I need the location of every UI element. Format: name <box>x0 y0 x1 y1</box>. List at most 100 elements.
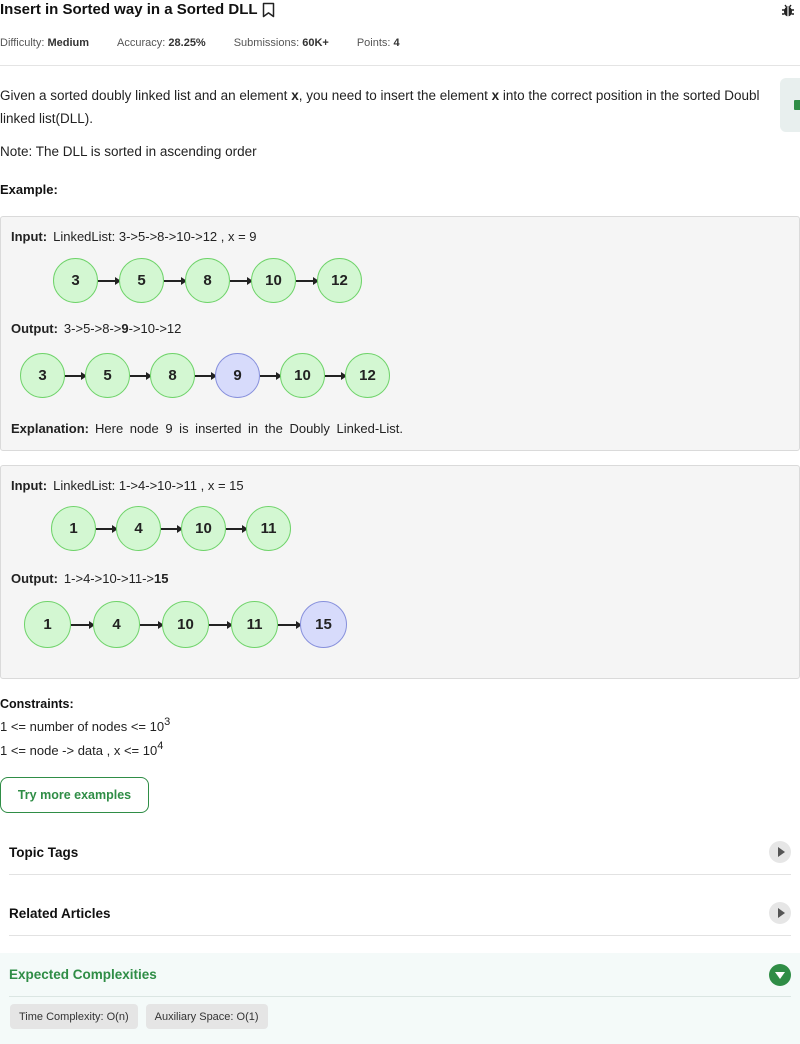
list-node: 5 <box>119 258 164 303</box>
list-node: 9 <box>215 353 260 398</box>
chevron-down-icon[interactable] <box>769 963 791 986</box>
desc-text: linked list(DLL). <box>0 111 94 126</box>
chevron-right-icon[interactable] <box>769 902 791 924</box>
problem-title: Insert in Sorted way in a Sorted DLL <box>0 1 258 18</box>
accuracy-value: 28.25% <box>168 37 206 49</box>
constraint-line: 1 <= node -> data , x <= 104 <box>0 740 164 758</box>
panel-icon <box>794 100 800 110</box>
output-text: 1->4->10->11-> <box>63 571 155 586</box>
constraint-text: 1 <= node -> data , x <= 10 <box>0 743 158 758</box>
example-output: Output: 1->4->10->11->15 <box>11 571 169 586</box>
difficulty-label: Difficulty: <box>0 37 45 49</box>
next-arrow <box>278 621 302 629</box>
list-node: 10 <box>162 601 209 648</box>
next-arrow <box>195 372 217 380</box>
list-node: 3 <box>53 258 98 303</box>
constraint-exponent: 4 <box>157 740 164 752</box>
list-node: 1 <box>51 506 96 551</box>
input-label: Input: <box>11 229 48 244</box>
constraint-text: 1 <= number of nodes <= 10 <box>0 719 165 734</box>
next-arrow <box>164 277 187 285</box>
list-node: 10 <box>280 353 325 398</box>
points-value: 4 <box>393 37 400 49</box>
example-input: Input: LinkedList: 1->4->10->11 , x = 15 <box>11 478 244 493</box>
next-arrow <box>296 277 319 285</box>
desc-x: x <box>291 88 299 103</box>
explanation-label: Explanation: <box>11 421 90 436</box>
desc-x: x <box>491 88 500 103</box>
next-arrow <box>161 525 183 533</box>
next-arrow <box>71 621 95 629</box>
list-node: 3 <box>20 353 65 398</box>
next-arrow <box>260 372 282 380</box>
list-node: 8 <box>185 258 230 303</box>
explanation-text: Here node 9 is inserted in the Doubly Li… <box>95 421 404 436</box>
next-arrow <box>98 277 121 285</box>
expected-complexities-section: Expected Complexities Time Complexity: O… <box>0 953 800 1044</box>
try-more-examples-button[interactable]: Try more examples <box>0 777 149 813</box>
problem-description: Given a sorted doubly linked list and an… <box>0 84 790 130</box>
output-inserted: 9 <box>121 321 129 336</box>
example-output: Output: 3->5->8->9->10->12 <box>11 321 181 336</box>
constraint-line: 1 <= number of nodes <= 103 <box>0 716 171 734</box>
related-articles-title: Related Articles <box>9 905 111 921</box>
submissions-value: 60K+ <box>302 37 329 49</box>
example-box: Input: LinkedList: 1->4->10->11 , x = 15 … <box>0 465 800 679</box>
list-node: 12 <box>345 353 390 398</box>
submissions-label: Submissions: <box>233 37 300 49</box>
difficulty: Difficulty: Medium <box>0 37 89 49</box>
expected-complexities-accordion[interactable]: Expected Complexities <box>9 953 791 997</box>
list-node: 15 <box>300 601 347 648</box>
desc-text: Given a sorted doubly linked list and an… <box>0 88 292 103</box>
accuracy: Accuracy: 28.25% <box>117 37 206 49</box>
input-label: Input: <box>11 478 48 493</box>
bug-report-icon[interactable] <box>780 2 796 18</box>
aux-space-chip: Auxiliary Space: O(1) <box>145 1004 268 1029</box>
next-arrow <box>226 525 248 533</box>
constraint-exponent: 3 <box>164 716 171 728</box>
topic-tags-title: Topic Tags <box>9 844 79 860</box>
points-label: Points: <box>356 37 391 49</box>
list-node: 11 <box>231 601 278 648</box>
example-input: Input: LinkedList: 3->5->8->10->12 , x = … <box>11 229 257 244</box>
desc-text: into the correct position in the sorted … <box>499 88 760 103</box>
difficulty-value: Medium <box>47 37 90 49</box>
example-explanation: Explanation: Here node 9 is inserted in t… <box>11 421 403 436</box>
list-node: 10 <box>181 506 226 551</box>
next-arrow <box>130 372 152 380</box>
accuracy-label: Accuracy: <box>117 37 166 49</box>
next-arrow <box>325 372 347 380</box>
example-box: Input: LinkedList: 3->5->8->10->12 , x = … <box>0 216 800 451</box>
desc-text: , you need to insert the element <box>298 88 492 103</box>
input-text: LinkedList: 1->4->10->11 , x = 15 <box>53 478 244 493</box>
next-arrow <box>230 277 253 285</box>
chevron-right-icon[interactable] <box>769 841 791 863</box>
submissions: Submissions: 60K+ <box>234 37 329 49</box>
next-arrow <box>96 525 118 533</box>
output-text: 3->5->8-> <box>63 321 122 336</box>
list-node: 4 <box>116 506 161 551</box>
list-node: 11 <box>246 506 291 551</box>
output-inserted: 15 <box>154 571 169 586</box>
list-node: 12 <box>317 258 362 303</box>
expected-complexities-title: Expected Complexities <box>9 967 157 982</box>
bookmark-icon[interactable] <box>262 2 275 18</box>
list-node: 1 <box>24 601 71 648</box>
input-text: LinkedList: 3->5->8->10->12 , x = 9 <box>53 229 257 244</box>
side-panel-tab[interactable] <box>780 78 800 132</box>
problem-header: Insert in Sorted way in a Sorted DLL Dif… <box>0 0 800 66</box>
problem-note: Note: The DLL is sorted in ascending ord… <box>0 144 257 159</box>
problem-meta: Difficulty: Medium Accuracy: 28.25% Subm… <box>0 37 428 49</box>
list-node: 4 <box>93 601 140 648</box>
output-label: Output: <box>11 571 58 586</box>
next-arrow <box>65 372 87 380</box>
related-articles-accordion[interactable]: Related Articles <box>9 891 791 936</box>
complexity-chips: Time Complexity: O(n) Auxiliary Space: O… <box>10 1004 268 1029</box>
next-arrow <box>140 621 164 629</box>
title-row: Insert in Sorted way in a Sorted DLL <box>0 1 275 18</box>
example-heading: Example: <box>0 182 58 197</box>
time-complexity-chip: Time Complexity: O(n) <box>10 1004 138 1029</box>
list-node: 5 <box>85 353 130 398</box>
topic-tags-accordion[interactable]: Topic Tags <box>9 830 791 875</box>
constraints-heading: Constraints: <box>0 697 74 711</box>
